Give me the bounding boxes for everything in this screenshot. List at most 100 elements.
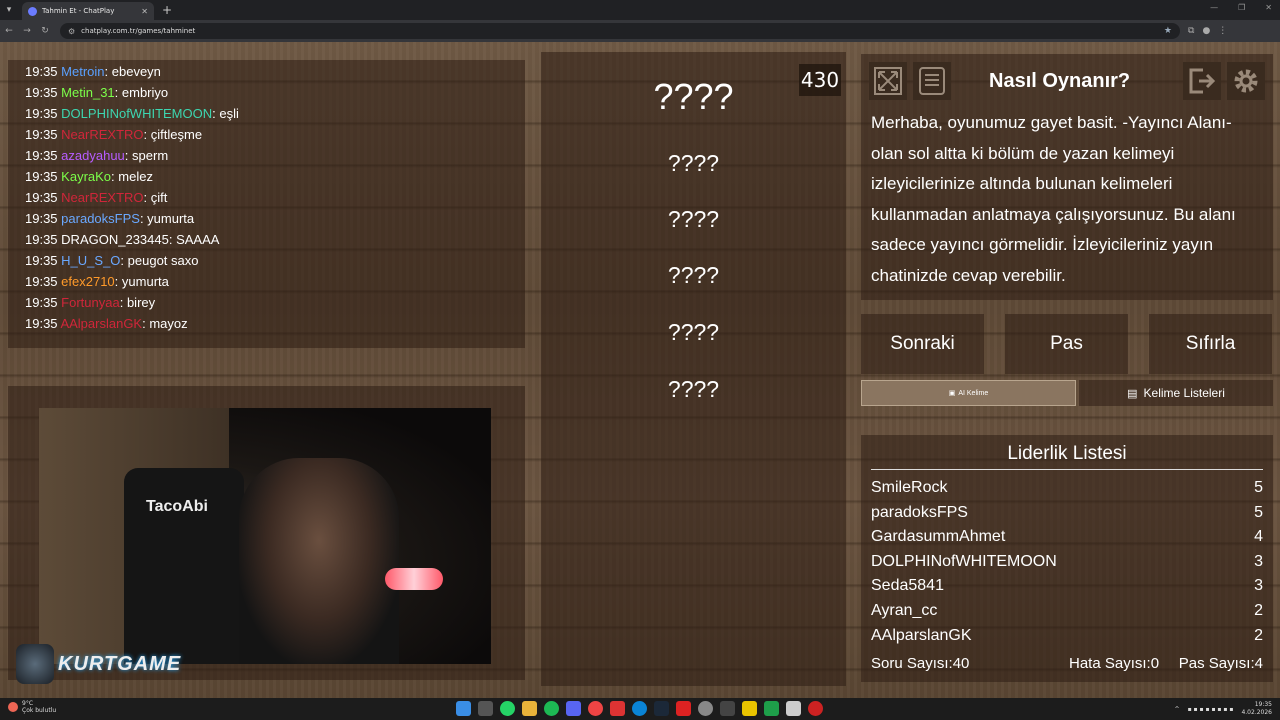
chat-separator: : [143, 127, 151, 142]
tray-chevron-icon[interactable]: ^ [1175, 706, 1180, 713]
chat-username[interactable]: KayraKo [61, 169, 111, 184]
chat-separator: : [168, 232, 177, 247]
chat-username[interactable]: paradoksFPS [61, 211, 140, 226]
app-icon[interactable] [786, 701, 801, 716]
tab-ai-word-label: AI Kelime [958, 389, 989, 397]
chat-username[interactable]: Metin_31 [61, 85, 114, 100]
document-icon[interactable] [913, 62, 951, 100]
chat-text: eşli [219, 106, 239, 121]
reload-icon[interactable]: ↻ [36, 26, 54, 36]
leaderboard-name: paradoksFPS [871, 503, 968, 521]
xbox-icon[interactable] [764, 701, 779, 716]
weather-widget[interactable]: 9°C Çok bulutlu [8, 700, 56, 714]
url-field[interactable]: ⚙ chatplay.com.tr/games/tahminet ★ [60, 23, 1180, 39]
leaderboard-name: AAlparslanGK [871, 626, 972, 644]
chat-message: 19:35 Fortunyaa: birey [25, 295, 525, 316]
fullscreen-icon[interactable] [869, 62, 907, 100]
word-panel: 430 ???? ???? ???? ???? ???? ???? [541, 52, 846, 686]
next-button[interactable]: Sonraki [861, 314, 984, 374]
chat-username[interactable]: azadyahuu [61, 148, 125, 163]
chat-username[interactable]: H_U_S_O [61, 253, 120, 268]
app-icon[interactable] [720, 701, 735, 716]
robot-icon: ▣ [948, 390, 956, 397]
browser-tab-strip: ▾ Tahmin Et - ChatPlay ✕ + — ❐ ✕ [0, 0, 1280, 20]
chat-username[interactable]: NearREXTRO [61, 190, 143, 205]
reset-button[interactable]: Sıfırla [1149, 314, 1272, 374]
site-info-icon[interactable]: ⚙ [68, 27, 75, 36]
clock[interactable]: 19:35 4.02.2026 [1241, 701, 1272, 717]
weather-icon [8, 702, 18, 712]
edge-icon[interactable] [632, 701, 647, 716]
chat-separator: : [104, 64, 112, 79]
chat-username[interactable]: NearREXTRO [61, 127, 143, 142]
chat-username[interactable]: Metroin [61, 64, 104, 79]
file-explorer-icon[interactable] [522, 701, 537, 716]
bookmark-star-icon[interactable]: ★ [1164, 26, 1172, 36]
chat-time: 19:35 [25, 127, 58, 142]
settings-icon[interactable] [1227, 62, 1265, 100]
chat-username[interactable]: AAlparslanGK [60, 316, 142, 331]
exit-icon[interactable] [1183, 62, 1221, 100]
tab-word-lists[interactable]: ▤ Kelime Listeleri [1079, 380, 1273, 406]
spotify-icon[interactable] [544, 701, 559, 716]
stream-logo: KURTGAME [16, 644, 196, 684]
close-window-icon[interactable]: ✕ [1265, 3, 1272, 12]
taskview-icon[interactable] [478, 701, 493, 716]
leaderboard-score: 5 [1254, 479, 1263, 496]
app-icon[interactable] [742, 701, 757, 716]
chat-text: melez [118, 169, 153, 184]
opera-icon[interactable] [610, 701, 625, 716]
notepad-icon: ▤ [1127, 387, 1138, 400]
page-title: Nasıl Oynanır? [989, 70, 1131, 92]
chat-message: 19:35 DRAGON_233445: SAAAA [25, 232, 525, 253]
pass-button[interactable]: Pas [1005, 314, 1128, 374]
profile-icon[interactable]: ● [1202, 26, 1210, 36]
temperature: 9°C [22, 700, 34, 707]
extensions-icon[interactable]: ⧉ [1188, 26, 1194, 36]
app-icon[interactable] [676, 701, 691, 716]
app-icon[interactable] [698, 701, 713, 716]
browser-tab[interactable]: Tahmin Et - ChatPlay ✕ [22, 2, 154, 20]
minimize-icon[interactable]: — [1210, 3, 1218, 12]
app-icon[interactable] [808, 701, 823, 716]
menu-icon[interactable]: ⋮ [1218, 26, 1227, 36]
chair-logo-text: TacoAbi [146, 498, 208, 515]
tab-ai-word[interactable]: ▣ AI Kelime [861, 380, 1076, 406]
tray-icons[interactable]: ▪ ▪ ▪ ▪ ▪ ▪ ▪ ▪ [1188, 706, 1234, 713]
weather-text: Çok bulutlu [22, 707, 57, 714]
start-icon[interactable] [456, 701, 471, 716]
steam-icon[interactable] [654, 701, 669, 716]
tab-title: Tahmin Et - ChatPlay [42, 7, 115, 15]
leaderboard-row: SmileRock 5 [871, 479, 1263, 497]
leaderboard-name: DOLPHINofWHITEMOON [871, 552, 1057, 570]
chat-message: 19:35 paradoksFPS: yumurta [25, 211, 525, 232]
chat-time: 19:35 [25, 211, 58, 226]
chat-text: yumurta [121, 274, 169, 289]
chat-message: 19:35 Metroin: ebeveyn [25, 64, 525, 85]
forward-icon[interactable]: → [18, 26, 36, 36]
whatsapp-icon[interactable] [500, 701, 515, 716]
chat-separator: : [124, 148, 133, 163]
taskbar-apps [456, 701, 823, 716]
new-tab-icon[interactable]: + [162, 3, 172, 17]
chat-text: SAAAA [176, 232, 220, 247]
tab-list-icon[interactable]: ▾ [0, 5, 18, 15]
maximize-icon[interactable]: ❐ [1238, 3, 1245, 12]
chrome-icon[interactable] [588, 701, 603, 716]
main-word: ???? [653, 76, 734, 117]
chat-username[interactable]: Fortunyaa [61, 295, 120, 310]
close-tab-icon[interactable]: ✕ [141, 7, 148, 16]
leaderboard-row: GardasummAhmet 4 [871, 528, 1263, 546]
discord-icon[interactable] [566, 701, 581, 716]
leaderboard-score: 3 [1254, 552, 1263, 570]
chat-text: birey [126, 295, 156, 310]
back-icon[interactable]: ← [0, 26, 18, 36]
question-count: Soru Sayısı:40 [871, 655, 970, 672]
chat-username[interactable]: DOLPHINofWHITEMOON [61, 106, 212, 121]
chat-username[interactable]: efex2710 [61, 274, 115, 289]
chat-username[interactable]: DRAGON_233445 [61, 232, 169, 247]
address-bar-row: ← → ↻ ⚙ chatplay.com.tr/games/tahminet ★… [0, 20, 1280, 42]
logo-text: KURTGAME [58, 652, 182, 675]
leaderboard-name: GardasummAhmet [871, 528, 1006, 546]
chat-time: 19:35 [25, 295, 58, 310]
